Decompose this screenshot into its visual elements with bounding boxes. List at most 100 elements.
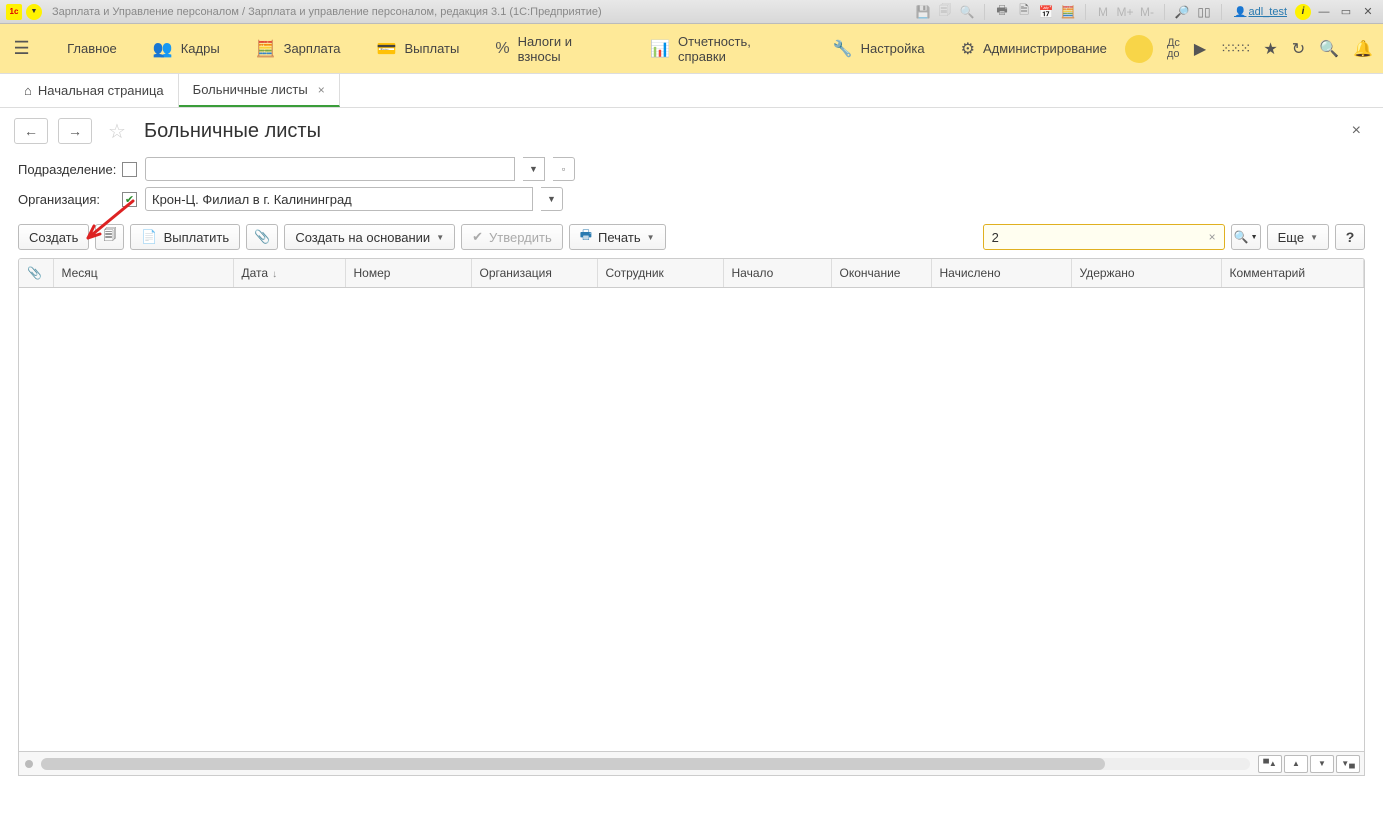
calendar-icon[interactable]: 📅: [1037, 3, 1055, 21]
user-link[interactable]: adl_test: [1234, 6, 1287, 18]
percent-icon: %: [495, 40, 509, 58]
restore-button[interactable]: ▭: [1337, 4, 1355, 20]
info-button[interactable]: i: [1295, 4, 1311, 20]
tab-home[interactable]: ⌂ Начальная страница: [10, 74, 179, 107]
grid-header-row: 📎 Месяц Дата↓ Номер Организация Сотрудни…: [19, 259, 1364, 287]
col-comment[interactable]: Комментарий: [1221, 259, 1364, 287]
col-employee[interactable]: Сотрудник: [597, 259, 723, 287]
filters: Подразделение: ▼ ▫ Организация: Крон-Ц. …: [0, 150, 1383, 218]
list-toolbar: Создать 🗐 📄Выплатить 📎 Создать на основа…: [0, 218, 1383, 258]
col-attachment[interactable]: 📎: [19, 259, 53, 287]
calc-icon[interactable]: 🧮: [1059, 3, 1077, 21]
organization-checkbox[interactable]: [122, 192, 137, 207]
star-icon[interactable]: ★: [1263, 39, 1277, 59]
main-menu: ☰ Главное 👥Кадры 🧮Зарплата 💳Выплаты %Нал…: [0, 24, 1383, 74]
check-icon: ✔: [472, 229, 483, 245]
minimize-button[interactable]: —: [1315, 4, 1333, 20]
m-label: M: [1094, 3, 1112, 21]
search-input[interactable]: [992, 230, 1205, 245]
search-box[interactable]: ×: [983, 224, 1225, 250]
horizontal-scrollbar[interactable]: [41, 758, 1250, 770]
menu-personnel[interactable]: 👥Кадры: [135, 39, 238, 59]
copy-icon: 🗐: [103, 226, 116, 248]
more-button[interactable]: Еще▼: [1267, 224, 1329, 250]
col-accrued[interactable]: Начислено: [931, 259, 1071, 287]
data-grid[interactable]: 📎 Месяц Дата↓ Номер Организация Сотрудни…: [18, 258, 1365, 752]
search-icon[interactable]: 🔍: [1319, 39, 1339, 59]
pay-button[interactable]: 📄Выплатить: [130, 224, 240, 250]
grid-up-button[interactable]: ▲: [1284, 755, 1308, 773]
do-label: Дсдо: [1167, 38, 1180, 60]
department-label: Подразделение:: [18, 162, 114, 177]
menu-settings[interactable]: 🔧Настройка: [815, 39, 943, 59]
print-button[interactable]: 🖶Печать▼: [569, 224, 666, 250]
zoom-icon[interactable]: 🔎: [1173, 3, 1191, 21]
grid-last-button[interactable]: ▼▄: [1336, 755, 1360, 773]
copy-icon[interactable]: 🗎: [1015, 3, 1033, 21]
search-run-button[interactable]: 🔍▼: [1231, 224, 1261, 250]
menu-payments[interactable]: 💳Выплаты: [359, 39, 478, 59]
help-button[interactable]: ?: [1335, 224, 1365, 250]
search-clear-button[interactable]: ×: [1205, 230, 1220, 244]
tab-sicklists[interactable]: Больничные листы ×: [179, 74, 340, 107]
menu-salary[interactable]: 🧮Зарплата: [238, 39, 359, 59]
form-close-button[interactable]: ×: [1344, 118, 1369, 144]
bell-icon[interactable]: 🔔: [1353, 39, 1373, 59]
history-icon[interactable]: ↻: [1292, 39, 1305, 59]
home-icon: ⌂: [24, 83, 32, 98]
nav-forward-button[interactable]: →: [58, 118, 92, 144]
col-number[interactable]: Номер: [345, 259, 471, 287]
col-start[interactable]: Начало: [723, 259, 831, 287]
titlebar-dropdown[interactable]: ▼: [26, 4, 42, 20]
wallet-icon: 💳: [377, 39, 397, 59]
department-field[interactable]: [145, 157, 515, 181]
printer-icon: 🖶: [580, 226, 592, 248]
department-dropdown-button[interactable]: ▼: [523, 157, 545, 181]
attach-button[interactable]: 📎: [246, 224, 278, 250]
favorite-star[interactable]: ☆: [108, 119, 126, 144]
menu-reports[interactable]: 📊Отчетность, справки: [632, 34, 815, 64]
user-avatar[interactable]: [1125, 35, 1153, 63]
col-end[interactable]: Окончание: [831, 259, 931, 287]
window-title: Зарплата и Управление персоналом / Зарпл…: [52, 6, 910, 18]
create-button[interactable]: Создать: [18, 224, 89, 250]
grid-footer: ▀▲ ▲ ▼ ▼▄: [18, 752, 1365, 776]
menu-main[interactable]: Главное: [49, 41, 135, 56]
department-open-button[interactable]: ▫: [553, 157, 575, 181]
menu-admin[interactable]: ⚙Администрирование: [943, 39, 1125, 59]
organization-label: Организация:: [18, 192, 114, 207]
grid-first-button[interactable]: ▀▲: [1258, 755, 1282, 773]
scroll-start-dot: [25, 760, 33, 768]
titlebar: 1c ▼ Зарплата и Управление персоналом / …: [0, 0, 1383, 24]
organization-field[interactable]: Крон-Ц. Филиал в г. Калининград: [145, 187, 533, 211]
search-doc-icon: 🔍: [958, 3, 976, 21]
tab-close-icon[interactable]: ×: [318, 83, 325, 97]
create-based-button[interactable]: Создать на основании▼: [284, 224, 455, 250]
grid-down-button[interactable]: ▼: [1310, 755, 1334, 773]
printer-icon[interactable]: 🖶: [993, 3, 1011, 21]
nav-back-button[interactable]: ←: [14, 118, 48, 144]
organization-dropdown-button[interactable]: ▼: [541, 187, 563, 211]
logo-1c: 1c: [6, 4, 22, 20]
tab-home-label: Начальная страница: [38, 83, 164, 98]
menu-taxes[interactable]: %Налоги и взносы: [477, 34, 632, 64]
col-month[interactable]: Месяц: [53, 259, 233, 287]
tab-bar: ⌂ Начальная страница Больничные листы ×: [0, 74, 1383, 108]
play-icon[interactable]: ▶: [1194, 39, 1206, 59]
col-withheld[interactable]: Удержано: [1071, 259, 1221, 287]
department-checkbox[interactable]: [122, 162, 137, 177]
tab-sicklists-label: Больничные листы: [193, 82, 308, 97]
col-organization[interactable]: Организация: [471, 259, 597, 287]
copy-button[interactable]: 🗐: [95, 224, 124, 250]
m-plus-label: M+: [1116, 3, 1134, 21]
close-window-button[interactable]: ✕: [1359, 4, 1377, 20]
pay-icon: 📄: [141, 229, 157, 245]
people-icon: 👥: [153, 39, 173, 59]
apps-icon[interactable]: ⁙⁙⁙: [1220, 40, 1249, 57]
panel-icon[interactable]: ▯▯: [1195, 3, 1213, 21]
burger-menu[interactable]: ☰: [10, 37, 33, 61]
col-date[interactable]: Дата↓: [233, 259, 345, 287]
clip-icon: 📎: [254, 229, 270, 245]
page-title: Больничные листы: [144, 120, 321, 143]
wrench-icon: 🔧: [833, 39, 853, 59]
